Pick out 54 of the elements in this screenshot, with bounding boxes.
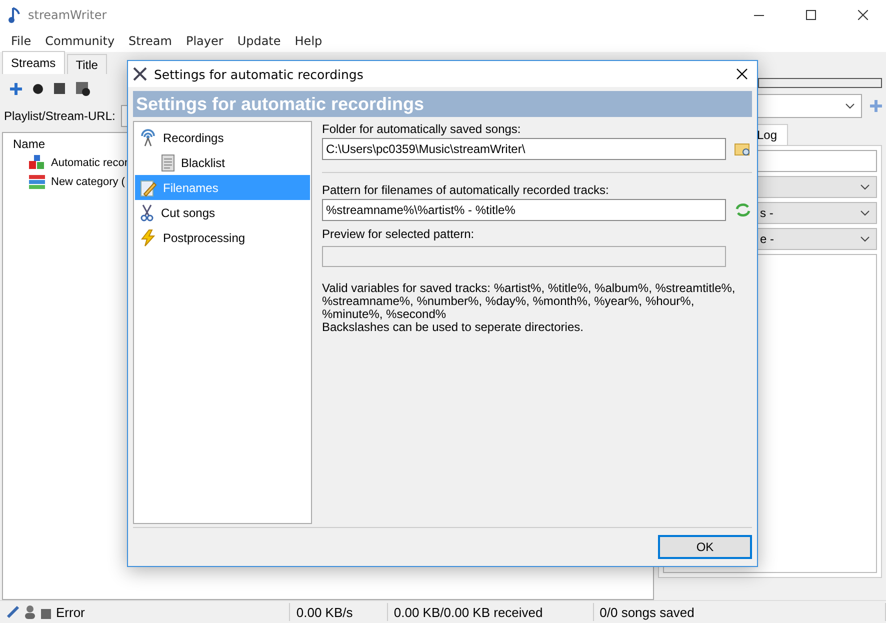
status-text: Error	[56, 604, 85, 620]
menu-item[interactable]: Help	[288, 34, 330, 48]
menu-item[interactable]: Player	[178, 34, 230, 48]
menu-item[interactable]: Update	[230, 34, 288, 48]
stop-icon[interactable]	[54, 83, 66, 95]
help-text: Valid variables for saved tracks: %artist%, %title%, %album%, %streamtitle%, %streamname%, %number%, %day%, %month%, %year%, %hour%, %minute%, %second%	[322, 282, 736, 321]
record-icon[interactable]	[32, 83, 44, 95]
chevron-down-icon	[860, 210, 870, 216]
ok-button[interactable]: OK	[658, 535, 752, 559]
tab[interactable]: Title	[66, 54, 107, 74]
header-banner: Settings for automatic recordings	[133, 91, 752, 117]
window-title: streamWriter	[28, 8, 108, 22]
nav-item[interactable]: Postprocessing	[135, 225, 310, 250]
nav-item[interactable]: Blacklist	[135, 150, 310, 175]
help-text: Backslashes can be used to seperate directories.	[322, 321, 584, 334]
nav-item[interactable]: Cut songs	[135, 200, 310, 225]
dialog-title: Settings for automatic recordings	[154, 66, 364, 82]
maximize-icon	[806, 10, 816, 20]
speed-text: 0.00 KB/s	[296, 604, 353, 620]
saved-text: 0/0 songs saved	[600, 604, 694, 620]
nav-item[interactable]: Recordings	[135, 125, 310, 150]
menu-item[interactable]: File	[4, 34, 38, 48]
chevron-down-icon	[845, 103, 855, 109]
close-icon	[858, 10, 868, 20]
column-header: Name	[13, 137, 46, 151]
field-label: Folder for automatically saved songs:	[322, 122, 522, 138]
chevron-down-icon	[860, 236, 870, 242]
music-note-icon	[8, 6, 22, 24]
url-label: Playlist/Stream-URL:	[4, 109, 116, 123]
lightning-icon	[139, 228, 157, 246]
chevron-down-icon	[860, 184, 870, 190]
folder-field[interactable]: C:\Users\pc0359\Music\streamWriter\	[322, 138, 726, 160]
menu-item[interactable]: Community	[38, 34, 122, 48]
refresh-icon[interactable]	[734, 202, 752, 218]
menu-item[interactable]: Stream	[122, 34, 179, 48]
user-icon	[24, 605, 36, 619]
pattern-field[interactable]: %streamname%\%artist% - %title%	[322, 199, 726, 221]
media-icon[interactable]	[76, 82, 90, 96]
close-icon	[736, 68, 748, 80]
scissors-icon	[139, 204, 155, 222]
field-label: Pattern for filenames of automatically recorded tracks:	[322, 183, 610, 199]
antenna-icon	[139, 128, 157, 146]
pencil-icon	[139, 178, 157, 196]
browse-folder-icon[interactable]	[734, 141, 752, 157]
field-label: Preview for selected pattern:	[322, 227, 476, 243]
plus-icon[interactable]	[10, 83, 22, 95]
tab[interactable]: Streams	[2, 51, 65, 74]
document-icon	[161, 154, 175, 172]
tree-item[interactable]: Automatic recor	[51, 157, 128, 169]
plus-icon[interactable]	[870, 100, 882, 112]
received-text: 0.00 KB/0.00 KB received	[394, 604, 543, 620]
tree-item[interactable]: New category (	[51, 176, 125, 188]
stack-icon	[29, 175, 45, 189]
blocks-icon	[29, 155, 45, 171]
